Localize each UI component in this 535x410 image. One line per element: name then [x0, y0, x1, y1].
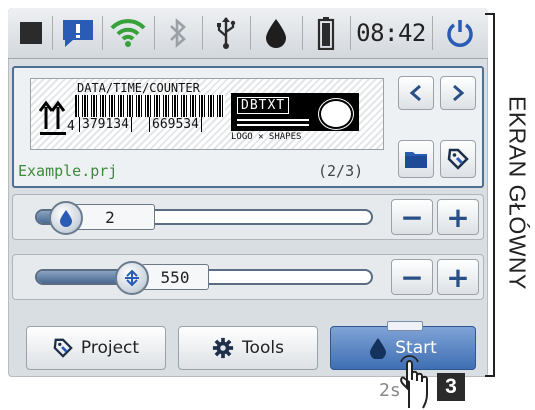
project-button-label: Project	[80, 338, 140, 358]
previous-project-button[interactable]	[398, 76, 434, 110]
label-text: DATA/TIME/COUNTER	[77, 81, 200, 95]
battery-icon[interactable]	[306, 12, 346, 54]
speed-increase-button[interactable]: +	[437, 259, 479, 295]
edit-tag-icon	[53, 338, 73, 358]
chevron-right-icon	[453, 84, 465, 102]
bluetooth-icon[interactable]	[158, 12, 198, 54]
barcode-number-2: 669534	[149, 117, 202, 132]
side-label: EKRAN GŁÓWNY	[504, 96, 531, 290]
barcode-prefix: 4	[67, 119, 75, 134]
ink-drop-icon	[370, 338, 387, 359]
clock: 08:42	[352, 12, 430, 54]
chevron-left-icon	[409, 84, 421, 102]
project-name: Example.prj	[18, 162, 118, 180]
usb-icon[interactable]	[206, 12, 246, 54]
logo-text: DBTXT	[237, 97, 290, 114]
ink-slider-handle[interactable]	[49, 201, 83, 235]
ink-slider-row: 2 − +	[12, 194, 484, 240]
gear-icon	[212, 337, 234, 359]
stop-square-icon[interactable]	[14, 12, 48, 54]
open-folder-button[interactable]	[398, 140, 434, 178]
tools-button[interactable]: Tools	[178, 326, 318, 370]
edit-tag-icon	[447, 148, 469, 170]
next-project-button[interactable]	[440, 76, 476, 110]
screen-bracket	[485, 13, 495, 377]
power-icon[interactable]	[438, 12, 482, 54]
barcode	[75, 95, 225, 117]
label-preview[interactable]: DATA/TIME/COUNTER 4 379134 669534 DBTXT …	[30, 78, 384, 150]
edit-project-button[interactable]	[440, 140, 476, 178]
speed-value: 550	[141, 264, 209, 290]
shapes-caption: LOGO ✕ SHAPES	[231, 132, 302, 142]
message-alert-icon[interactable]	[58, 12, 98, 54]
clock-time: 08:42	[356, 19, 426, 47]
status-bar: 08:42	[8, 8, 488, 59]
pointing-hand-icon	[400, 355, 428, 409]
circle-shape	[319, 99, 353, 129]
start-tab-indicator	[387, 321, 423, 331]
ink-drop-icon[interactable]	[256, 12, 296, 54]
speed-decrease-button[interactable]: −	[391, 259, 433, 295]
project-index: (2/3)	[318, 162, 364, 180]
wifi-icon[interactable]	[106, 12, 150, 54]
barcode-number-1: 379134	[79, 117, 132, 132]
folder-icon	[405, 152, 427, 168]
speed-arrows-icon	[125, 269, 139, 287]
ink-increase-button[interactable]: +	[437, 199, 479, 235]
project-button[interactable]: Project	[26, 326, 166, 370]
ink-drop-icon	[60, 210, 72, 227]
speed-slider-handle[interactable]	[115, 261, 149, 295]
step-badge: 3	[437, 373, 465, 401]
up-arrows-icon	[39, 100, 66, 135]
project-preview-panel: DATA/TIME/COUNTER 4 379134 669534 DBTXT …	[12, 66, 484, 188]
main-screen: 08:42 DATA/TIME/COUNTER 4 379134 669534 …	[8, 8, 488, 377]
ink-decrease-button[interactable]: −	[391, 199, 433, 235]
tools-button-label: Tools	[242, 338, 284, 358]
speed-slider-row: 550 − +	[12, 254, 484, 300]
logo-block: DBTXT	[231, 93, 359, 131]
